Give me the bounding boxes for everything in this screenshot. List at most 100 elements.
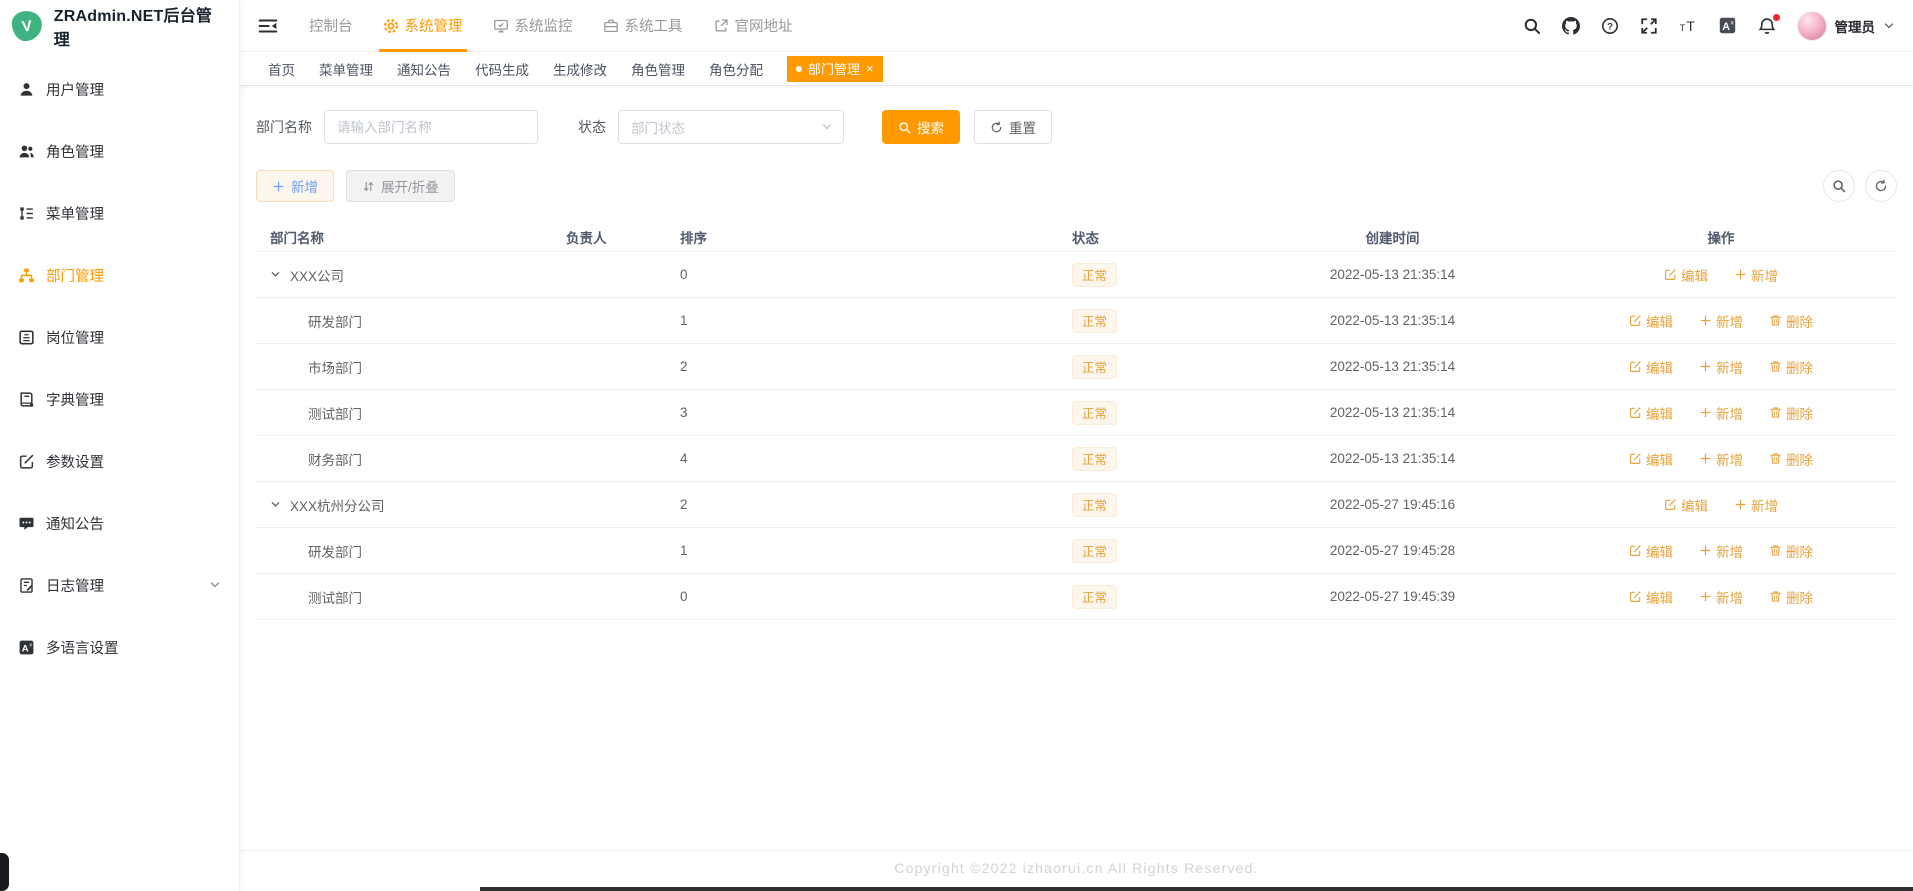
delete-link[interactable]: 删除 <box>1769 403 1813 423</box>
app-root: V ZRAdmin.NET后台管理 用户管理 角色管理 菜单管理 部门管理 岗位管理 字典… <box>0 0 1913 891</box>
delete-link[interactable]: 删除 <box>1769 449 1813 469</box>
status-badge: 正常 <box>1072 538 1118 563</box>
add-link[interactable]: 新增 <box>1699 587 1743 607</box>
menu-fold-icon[interactable] <box>258 17 278 35</box>
github-icon[interactable] <box>1561 16 1580 35</box>
scrollbar-thumb[interactable] <box>0 853 9 891</box>
sidebar-item-param-settings[interactable]: 参数设置 <box>0 430 239 492</box>
tab-home[interactable]: 首页 <box>268 59 295 79</box>
refresh-button[interactable] <box>1865 170 1897 202</box>
logo-row[interactable]: V ZRAdmin.NET后台管理 <box>0 0 239 52</box>
add-link[interactable]: 新增 <box>1734 495 1778 515</box>
tree-expand-icon[interactable] <box>270 265 290 285</box>
sidebar-item-post-management[interactable]: 岗位管理 <box>0 306 239 368</box>
expand-collapse-button[interactable]: 展开/折叠 <box>346 170 455 202</box>
nav-item-system-management[interactable]: 系统管理 <box>368 0 478 52</box>
sidebar-item-dept-management[interactable]: 部门管理 <box>0 244 239 306</box>
sidebar-item-notice[interactable]: 通知公告 <box>0 492 239 554</box>
user-menu[interactable]: 管理员 <box>1796 10 1896 41</box>
tab-code-generation[interactable]: 代码生成 <box>475 59 529 79</box>
post-icon <box>18 329 35 346</box>
sidebar-item-menu-management[interactable]: 菜单管理 <box>0 182 239 244</box>
sort-cell: 0 <box>680 267 688 282</box>
fullscreen-icon[interactable] <box>1640 17 1658 35</box>
dept-name-label: 部门名称 <box>256 119 312 135</box>
sidebar-item-dict-management[interactable]: 字典管理 <box>0 368 239 430</box>
tab-dept-management[interactable]: 部门管理 × <box>787 55 883 82</box>
tree-expand-icon[interactable] <box>270 495 290 515</box>
search-icon[interactable] <box>1523 17 1541 35</box>
nav-item-label: 系统监控 <box>514 19 573 35</box>
add-button[interactable]: 新增 <box>256 170 334 202</box>
delete-link[interactable]: 删除 <box>1769 541 1813 561</box>
font-size-icon[interactable]: TT <box>1679 17 1697 35</box>
tab-label: 通知公告 <box>397 62 451 78</box>
column-header: 创建时间 <box>1365 230 1420 246</box>
actions-cell: 编辑 新增 删除 <box>1545 403 1897 423</box>
edit-link[interactable]: 编辑 <box>1629 403 1673 423</box>
table-row: XXX杭州分公司 2 正常 2022-05-27 19:45:16 编辑 新增 <box>256 482 1897 528</box>
dept-name-input[interactable] <box>324 110 538 144</box>
add-link[interactable]: 新增 <box>1699 403 1743 423</box>
status-badge: 正常 <box>1072 446 1118 471</box>
top-nav: 控制台 系统管理 系统监控 系统工具 官网地址 <box>294 0 808 52</box>
tab-role-assign[interactable]: 角色分配 <box>709 59 763 79</box>
sidebar-item-role-management[interactable]: 角色管理 <box>0 120 239 182</box>
nav-item-official-site[interactable]: 官网地址 <box>698 0 808 52</box>
sidebar-item-label: 日志管理 <box>46 578 104 595</box>
bell-icon[interactable] <box>1757 13 1780 35</box>
nav-item-system-tools[interactable]: 系统工具 <box>588 0 698 52</box>
reset-button[interactable]: 重置 <box>974 110 1052 144</box>
add-link[interactable]: 新增 <box>1699 311 1743 331</box>
tab-role-management[interactable]: 角色管理 <box>631 59 685 79</box>
add-link[interactable]: 新增 <box>1699 541 1743 561</box>
edit-link[interactable]: 编辑 <box>1629 587 1673 607</box>
toolbar-right <box>1823 170 1897 202</box>
avatar[interactable] <box>1796 10 1827 41</box>
tab-generation-edit[interactable]: 生成修改 <box>553 59 607 79</box>
tab-label: 角色管理 <box>631 62 685 78</box>
edit-link[interactable]: 编辑 <box>1629 541 1673 561</box>
sidebar-item-user-management[interactable]: 用户管理 <box>0 58 239 120</box>
search-toggle-button[interactable] <box>1823 170 1855 202</box>
translate-icon[interactable]: Ax <box>1718 16 1737 35</box>
edit-link[interactable]: 编辑 <box>1629 449 1673 469</box>
plus-icon <box>1699 360 1712 373</box>
add-link[interactable]: 新增 <box>1699 449 1743 469</box>
delete-link[interactable]: 删除 <box>1769 311 1813 331</box>
search-button[interactable]: 搜索 <box>882 110 960 144</box>
delete-link[interactable]: 删除 <box>1769 357 1813 377</box>
sidebar: V ZRAdmin.NET后台管理 用户管理 角色管理 菜单管理 部门管理 岗位管理字典… <box>0 0 240 891</box>
edit-link[interactable]: 编辑 <box>1629 311 1673 331</box>
close-icon[interactable]: × <box>866 62 874 75</box>
sidebar-item-i18n-settings[interactable]: Ax 多语言设置 <box>0 616 239 678</box>
edit-link[interactable]: 编辑 <box>1664 265 1708 285</box>
plus-icon <box>1699 406 1712 419</box>
lang-icon: Ax <box>18 639 35 656</box>
add-link[interactable]: 新增 <box>1734 265 1778 285</box>
sidebar-item-log-management[interactable]: 日志管理 <box>0 554 239 616</box>
status-select[interactable]: 部门状态 <box>618 110 844 144</box>
nav-item-label: 官网地址 <box>734 19 793 35</box>
add-link[interactable]: 新增 <box>1699 357 1743 377</box>
svg-text:T: T <box>1686 18 1695 34</box>
delete-link[interactable]: 删除 <box>1769 587 1813 607</box>
topbar: 控制台 系统管理 系统监控 系统工具 官网地址 ? TT Ax 管理员 <box>240 0 1913 52</box>
edit-link[interactable]: 编辑 <box>1664 495 1708 515</box>
dept-name: 研发部门 <box>308 544 362 560</box>
help-icon[interactable]: ? <box>1601 17 1619 35</box>
created-time: 2022-05-13 21:35:14 <box>1329 451 1456 466</box>
sidebar-item-label: 参数设置 <box>46 454 104 471</box>
plus-icon <box>1734 268 1747 281</box>
nav-item-system-monitor[interactable]: 系统监控 <box>478 0 588 52</box>
sidebar-item-label: 字典管理 <box>46 392 104 409</box>
status-badge: 正常 <box>1072 308 1118 333</box>
nav-item-console[interactable]: 控制台 <box>294 0 368 52</box>
horizontal-scrollbar[interactable] <box>480 887 1913 891</box>
tab-notice[interactable]: 通知公告 <box>397 59 451 79</box>
menu-icon <box>18 205 35 222</box>
trash-icon <box>1769 452 1782 465</box>
edit-link[interactable]: 编辑 <box>1629 357 1673 377</box>
sort-cell: 1 <box>680 543 688 558</box>
tab-menu-management[interactable]: 菜单管理 <box>319 59 373 79</box>
